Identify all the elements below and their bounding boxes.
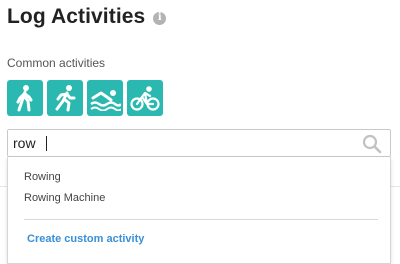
activity-search-input[interactable] bbox=[13, 134, 343, 152]
common-activities-list bbox=[7, 80, 163, 116]
page-header: Log Activities i bbox=[7, 5, 167, 29]
suggestion-item[interactable]: Rowing bbox=[24, 171, 61, 183]
swimming-activity-button[interactable] bbox=[87, 80, 123, 116]
page-title: Log Activities bbox=[7, 5, 146, 28]
running-activity-button[interactable] bbox=[47, 80, 83, 116]
common-activities-label: Common activities bbox=[7, 56, 106, 70]
info-icon[interactable]: i bbox=[153, 11, 167, 25]
search-suggestions-dropdown: Rowing Rowing Machine Create custom acti… bbox=[7, 157, 391, 264]
running-icon bbox=[55, 85, 76, 112]
swimming-icon bbox=[90, 90, 121, 111]
text-caret bbox=[46, 136, 47, 151]
walking-activity-button[interactable] bbox=[7, 80, 43, 116]
dropdown-divider bbox=[24, 219, 378, 220]
suggestion-item[interactable]: Rowing Machine bbox=[24, 192, 105, 204]
create-custom-activity-link[interactable]: Create custom activity bbox=[27, 233, 144, 245]
search-icon[interactable] bbox=[362, 134, 382, 154]
walking-icon bbox=[16, 85, 33, 112]
cycling-icon bbox=[130, 86, 160, 111]
cycling-activity-button[interactable] bbox=[127, 80, 163, 116]
activity-search-box[interactable] bbox=[7, 129, 391, 157]
